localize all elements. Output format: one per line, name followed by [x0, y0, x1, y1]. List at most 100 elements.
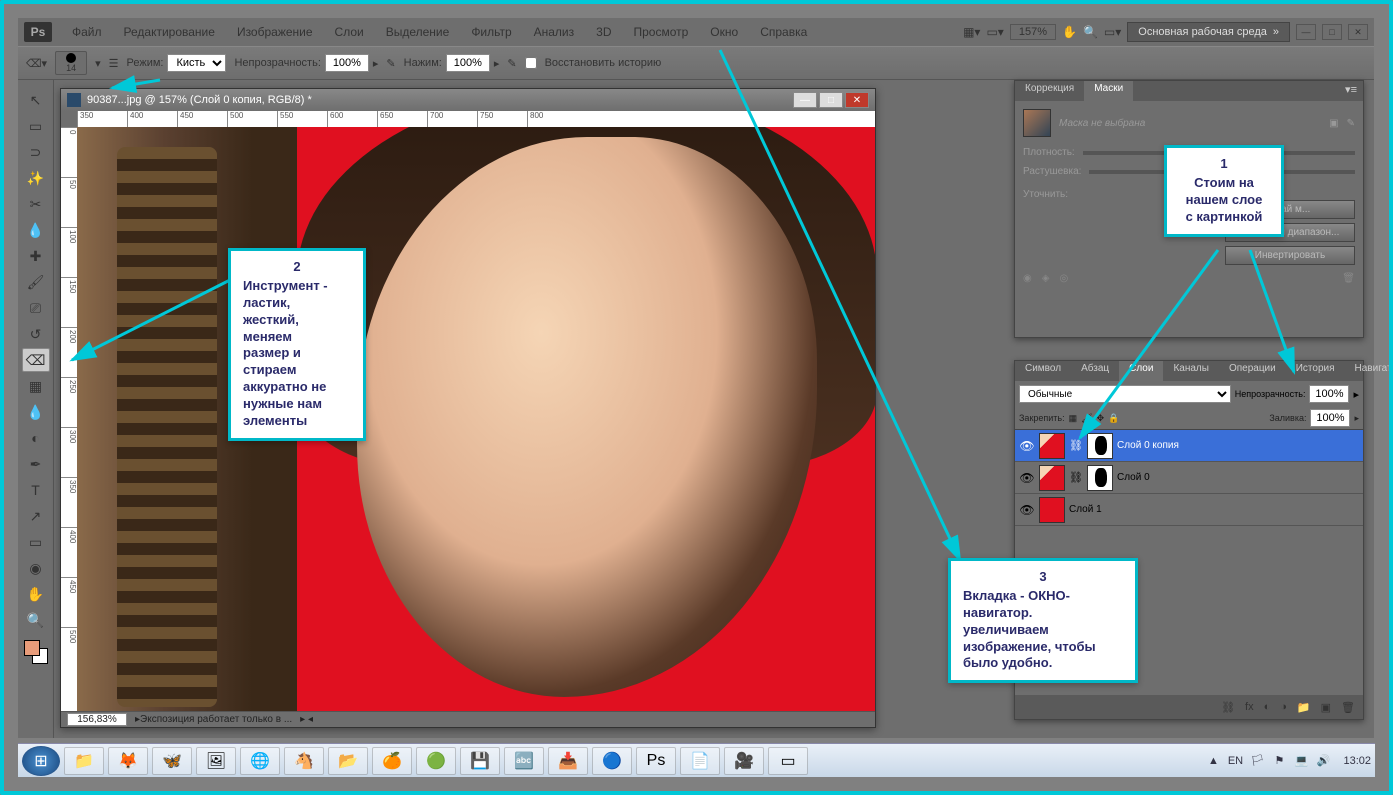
panel-menu-icon[interactable]: ▾≡: [1339, 81, 1363, 101]
menu-filter[interactable]: Фильтр: [461, 21, 521, 43]
mask-thumbnail[interactable]: [1087, 433, 1113, 459]
tray-vol-icon[interactable]: 🔊: [1315, 753, 1331, 769]
tab-layers[interactable]: Слои: [1119, 361, 1163, 381]
lock-pixels-icon[interactable]: 🖌: [1081, 413, 1092, 424]
heal-tool[interactable]: ✚: [22, 244, 50, 268]
brush-tool[interactable]: 🖌: [22, 270, 50, 294]
delete-layer-icon[interactable]: 🗑: [1341, 701, 1355, 714]
eraser-tool[interactable]: ⌫: [22, 348, 50, 372]
eyedropper-tool[interactable]: 💧: [22, 218, 50, 242]
layer-name[interactable]: Слой 0: [1117, 472, 1150, 483]
menu-help[interactable]: Справка: [750, 21, 817, 43]
screen-mode-icon[interactable]: ▭▾: [986, 25, 1003, 39]
document-title-bar[interactable]: 90387...jpg @ 157% (Слой 0 копия, RGB/8)…: [61, 89, 875, 111]
taskbar-app[interactable]: 📄: [680, 747, 720, 775]
brush-panel-icon[interactable]: ☰: [109, 57, 119, 70]
taskbar-app[interactable]: 🟢: [416, 747, 456, 775]
adjustment-icon[interactable]: ◑: [1280, 701, 1287, 713]
taskbar-app[interactable]: ▭: [768, 747, 808, 775]
flow-input[interactable]: [446, 54, 490, 72]
menu-analysis[interactable]: Анализ: [524, 21, 585, 43]
layer-opacity-input[interactable]: [1309, 385, 1349, 403]
layer-row[interactable]: 👁 ⛓ Слой 0 копия: [1015, 430, 1363, 462]
hand-tool[interactable]: ✋: [22, 582, 50, 606]
taskbar-app[interactable]: 🖼: [196, 747, 236, 775]
group-icon[interactable]: 📁: [1297, 701, 1311, 714]
taskbar-app[interactable]: 💾: [460, 747, 500, 775]
tab-adjustments[interactable]: Коррекция: [1015, 81, 1084, 101]
tray-net-icon[interactable]: 💻: [1293, 753, 1309, 769]
taskbar-app[interactable]: 🔵: [592, 747, 632, 775]
layer-thumbnail[interactable]: [1039, 433, 1065, 459]
dodge-tool[interactable]: ◐: [22, 426, 50, 450]
hand-tool-icon[interactable]: ✋: [1062, 25, 1077, 39]
taskbar-app[interactable]: 🐴: [284, 747, 324, 775]
blur-tool[interactable]: 💧: [22, 400, 50, 424]
taskbar-app[interactable]: 🦋: [152, 747, 192, 775]
tray-up-icon[interactable]: ▲: [1205, 753, 1221, 769]
taskbar-app[interactable]: 📥: [548, 747, 588, 775]
color-swatch[interactable]: [24, 640, 48, 664]
layer-thumbnail[interactable]: [1039, 497, 1065, 523]
mask-trash-icon[interactable]: 🗑: [1342, 273, 1355, 284]
new-layer-icon[interactable]: ▣: [1321, 701, 1331, 714]
taskbar-app[interactable]: 🌐: [240, 747, 280, 775]
airbrush-icon[interactable]: ✎: [507, 57, 516, 70]
tray-lang[interactable]: EN: [1227, 753, 1243, 769]
crop-tool[interactable]: ✂: [22, 192, 50, 216]
menu-file[interactable]: Файл: [62, 21, 112, 43]
vector-mask-icon[interactable]: ✎: [1347, 118, 1355, 129]
visibility-icon[interactable]: 👁: [1019, 502, 1035, 518]
blend-mode-select[interactable]: Обычные: [1019, 385, 1231, 403]
wand-tool[interactable]: ✨: [22, 166, 50, 190]
mask-thumbnail[interactable]: [1087, 465, 1113, 491]
start-button[interactable]: ⊞: [22, 746, 60, 776]
mode-select[interactable]: Кисть: [167, 54, 226, 72]
mask-footer-icon[interactable]: ◉: [1023, 273, 1032, 284]
doc-close[interactable]: ✕: [845, 92, 869, 108]
fill-input[interactable]: [1310, 409, 1350, 427]
shape-tool[interactable]: ▭: [22, 530, 50, 554]
taskbar-app[interactable]: 🎥: [724, 747, 764, 775]
zoom-tool-icon[interactable]: 🔍: [1083, 25, 1098, 39]
menu-image[interactable]: Изображение: [227, 21, 323, 43]
lock-all-icon[interactable]: 🔒: [1108, 413, 1119, 424]
layer-row[interactable]: 👁 Слой 1: [1015, 494, 1363, 526]
history-brush-tool[interactable]: ↺: [22, 322, 50, 346]
layer-row[interactable]: 👁 ⛓ Слой 0: [1015, 462, 1363, 494]
add-mask-icon[interactable]: ◐: [1264, 701, 1271, 713]
layer-name[interactable]: Слой 1: [1069, 504, 1102, 515]
taskbar-app[interactable]: Ps: [636, 747, 676, 775]
taskbar-app[interactable]: 🦊: [108, 747, 148, 775]
type-tool[interactable]: T: [22, 478, 50, 502]
layer-name[interactable]: Слой 0 копия: [1117, 440, 1179, 451]
pixel-mask-icon[interactable]: ▣: [1329, 118, 1338, 129]
lasso-tool[interactable]: ⊃: [22, 140, 50, 164]
tab-paragraph[interactable]: Абзац: [1071, 361, 1119, 381]
win-min[interactable]: —: [1296, 24, 1316, 40]
tray-clock[interactable]: 13:02: [1343, 755, 1371, 767]
lock-pos-icon[interactable]: ✥: [1097, 413, 1105, 424]
doc-arrange-icon[interactable]: ▦▾: [963, 25, 980, 39]
link-layers-icon[interactable]: ⛓: [1221, 701, 1235, 714]
canvas[interactable]: [77, 127, 875, 711]
extra1-icon[interactable]: ▭▾: [1104, 25, 1121, 39]
taskbar-app[interactable]: 📂: [328, 747, 368, 775]
workspace-button[interactable]: Основная рабочая среда»: [1127, 22, 1290, 42]
menu-layers[interactable]: Слои: [325, 21, 374, 43]
restore-checkbox[interactable]: [525, 57, 537, 69]
tablet-opacity-icon[interactable]: ✎: [386, 57, 395, 70]
menu-window[interactable]: Окно: [700, 21, 748, 43]
menu-select[interactable]: Выделение: [376, 21, 460, 43]
lock-trans-icon[interactable]: ▦: [1069, 413, 1078, 424]
tab-navigator[interactable]: Навигатор: [1345, 361, 1393, 381]
tab-character[interactable]: Символ: [1015, 361, 1071, 381]
zoom-tool[interactable]: 🔍: [22, 608, 50, 632]
tab-channels[interactable]: Каналы: [1163, 361, 1219, 381]
mask-footer-icon3[interactable]: ◎: [1059, 273, 1068, 284]
doc-max[interactable]: □: [819, 92, 843, 108]
taskbar-app[interactable]: 🍊: [372, 747, 412, 775]
move-tool[interactable]: ↖: [22, 88, 50, 112]
3d-tool[interactable]: ◉: [22, 556, 50, 580]
layer-thumbnail[interactable]: [1039, 465, 1065, 491]
